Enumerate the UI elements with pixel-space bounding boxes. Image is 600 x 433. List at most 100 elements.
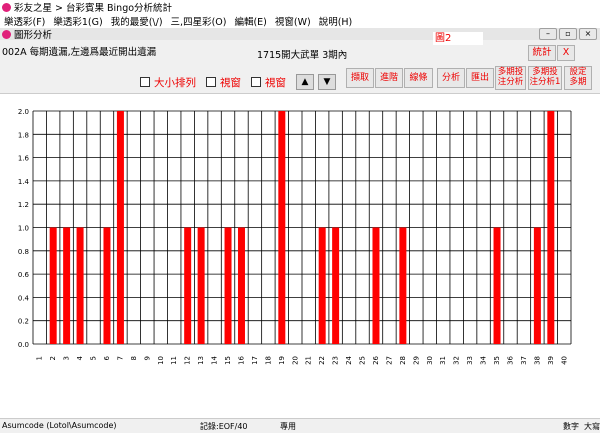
x-tick-label: 39 [547,356,555,365]
graph-window-titlebar: 圖形分析 – ▫ × [0,28,600,41]
triangle-down-icon: ▼ [323,77,331,87]
status-mode: 專用 [280,422,296,431]
extract-button[interactable]: 擷取 [346,68,374,88]
sort-label: 大小排列 [154,76,196,89]
y-tick-label: 0.4 [18,294,30,302]
restore-button[interactable]: ▫ [559,28,577,40]
export-button[interactable]: 匯出 [466,68,494,88]
view2-label: 視窗 [265,76,286,89]
advanced-button[interactable]: 進階 [375,68,403,88]
x-tick-label: 3 [63,356,71,360]
set-multi-button[interactable]: 設定 多期 [564,66,592,90]
x-tick-label: 35 [493,356,501,365]
x-tick-label: 19 [278,356,286,365]
menu-bar: 樂透彩(F) 樂透彩1(G) 我的最愛(\/) 三,四星彩(O) 編輯(E) 視… [0,14,600,28]
x-tick-label: 15 [224,356,232,365]
options-row: 大小排列 視窗 視窗 ▲ ▼ [140,74,336,90]
close-window-button[interactable]: × [579,28,597,40]
x-tick-label: 18 [264,356,272,365]
close-x-button[interactable]: X [557,45,575,61]
status-bar: Asumcode (Lotol\Asumcode) 記錄:EOF/40 專用 數… [0,418,600,433]
bar-16 [237,227,245,344]
status-caps: 大寫 [584,422,600,431]
y-tick-label: 1.4 [18,178,30,186]
multi-analysis1-button[interactable]: 多期投 注分析1 [528,66,562,90]
x-tick-label: 16 [237,355,245,364]
view1-checkbox[interactable] [206,77,216,87]
graph-window-title: 圖形分析 [14,30,53,41]
bar-23 [332,227,340,344]
y-tick-label: 1.8 [18,131,29,139]
bar-7 [116,111,124,344]
menu-item-help[interactable]: 說明(H) [319,14,353,28]
app-title: 彩友之星 > 台彩賓果 Bingo分析統計 [14,3,173,14]
menu-item-favorites[interactable]: 我的最愛(\/) [111,14,163,28]
bar-15 [224,227,232,344]
description-text: 002A 每期遺漏,左邊爲最近開出遺漏 [2,47,157,58]
x-tick-label: 34 [480,355,488,364]
bar-chart: 0.00.20.40.60.81.01.21.41.61.82.01 2 3 4 5 6 7… [18,108,572,365]
x-tick-label: 25 [359,356,367,365]
analyze-button[interactable]: 分析 [437,68,465,88]
statistics-button[interactable]: 統計 [528,45,556,61]
bar-19 [278,111,286,344]
x-tick-label: 24 [345,355,353,364]
y-tick-label: 1.6 [18,155,30,163]
x-tick-label: 20 [291,356,299,365]
window-logo-icon [2,29,11,39]
bar-6 [103,227,111,344]
line-button[interactable]: 線條 [404,68,433,88]
minimize-button[interactable]: – [539,28,557,40]
x-tick-label: 33 [466,356,474,365]
menu-item-edit[interactable]: 編輯(E) [234,14,266,28]
x-tick-label: 10 [157,356,165,365]
x-tick-label: 38 [533,356,541,365]
bar-2 [49,227,57,344]
view2-checkbox[interactable] [251,77,261,87]
x-tick-label: 36 [506,355,514,364]
y-tick-label: 2.0 [18,108,29,116]
bar-chart-panel: 0.0 0.2 0.4 0.6 0.8 1.0 1.2 1.4 1.6 1.8 2.0 1 2 3 4 5 6 7… [0,93,600,419]
bar-35 [493,227,501,344]
sort-checkbox[interactable] [140,77,150,87]
x-tick-label: 31 [439,356,447,365]
app-logo-icon [2,2,11,12]
x-tick-label: 23 [332,356,340,365]
menu-item-lotto[interactable]: 樂透彩(F) [4,14,45,28]
x-tick-label: 37 [520,356,528,365]
multi-analysis-line2: 注分析 [497,77,524,87]
menu-item-window[interactable]: 視窗(W) [275,14,311,28]
x-tick-label: 9 [143,356,151,360]
x-tick-label: 22 [318,356,326,365]
x-tick-label: 21 [305,356,313,365]
menu-item-lotto1[interactable]: 樂透彩1(G) [53,14,102,28]
bar-26 [372,227,380,344]
x-tick-label: 40 [560,356,568,365]
y-tick-label: 0.6 [18,271,30,279]
x-tick-label: 12 [184,356,192,365]
x-tick-label: 2 [49,356,57,360]
bar-13 [197,227,205,344]
x-tick-label: 5 [90,356,98,360]
multi-analysis-button[interactable]: 多期投 注分析 [495,66,526,90]
y-tick-label: 0.8 [18,248,29,256]
up-arrow-button[interactable]: ▲ [296,74,314,90]
x-tick-label: 29 [412,356,420,365]
status-numlock: 數字 [563,422,579,431]
status-user: Asumcode (Lotol\Asumcode) [2,421,117,430]
figure-label: 圖2 [433,32,483,45]
multi-analysis1-line2: 注分析1 [529,77,561,87]
x-tick-label: 30 [426,356,434,365]
bar-4 [76,227,84,344]
x-tick-label: 32 [453,356,461,365]
menu-item-star[interactable]: 三,四星彩(O) [171,14,227,28]
x-tick-label: 8 [130,356,138,360]
x-tick-label: 17 [251,356,259,365]
y-tick-label: 0.0 [18,341,29,349]
y-tick-label: 1.2 [18,201,29,209]
triangle-up-icon: ▲ [301,77,309,87]
down-arrow-button[interactable]: ▼ [318,74,336,90]
chart-heading: 1715開大武單 3期內 [257,50,348,61]
bar-12 [184,227,192,344]
y-tick-label: 1.0 [18,225,29,233]
